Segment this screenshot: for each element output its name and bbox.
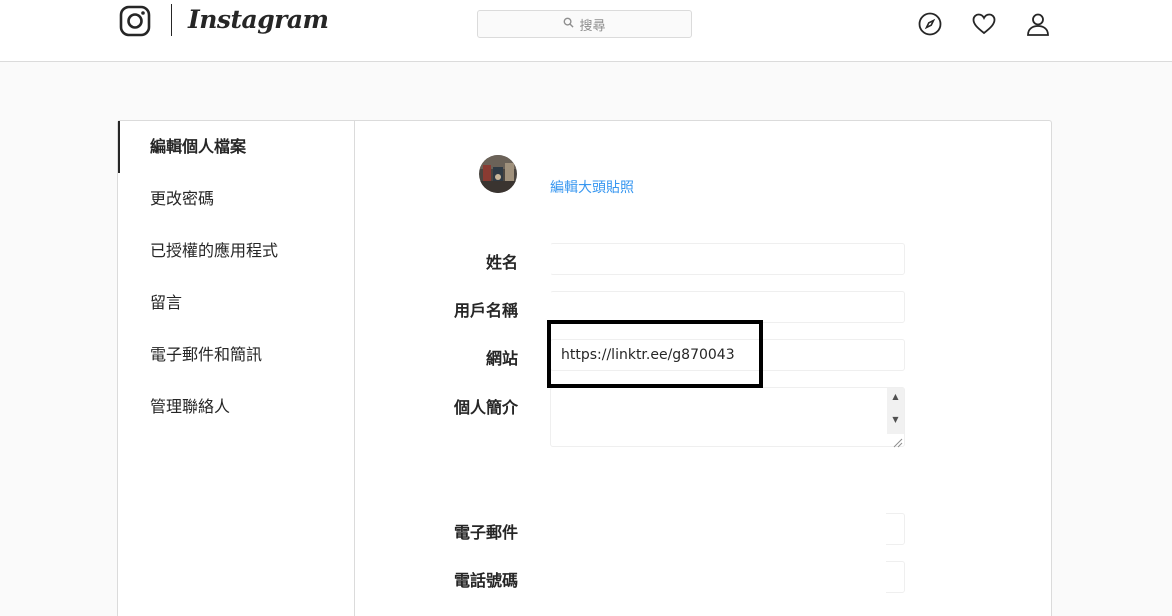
compass-icon[interactable] xyxy=(917,11,943,37)
sidebar-item-manage-contacts[interactable]: 管理聯絡人 xyxy=(118,381,354,433)
sidebar-item-label: 留言 xyxy=(150,293,183,312)
search-placeholder: 搜尋 xyxy=(579,18,606,34)
logo-divider xyxy=(171,4,172,36)
instagram-wordmark[interactable]: Instagram xyxy=(188,2,329,38)
sidebar-item-edit-profile[interactable]: 編輯個人檔案 xyxy=(118,121,354,173)
username-field[interactable] xyxy=(550,291,905,323)
edit-profile-form: 編輯大頭貼照 姓名 用戶名稱 網站 個人簡介 ▲ ▼ 電子郵件 xyxy=(355,121,1053,616)
bio-label: 個人簡介 xyxy=(453,398,518,417)
username-label: 用戶名稱 xyxy=(453,301,518,320)
profile-icon[interactable] xyxy=(1025,11,1051,37)
phone-label: 電話號碼 xyxy=(453,571,518,590)
sidebar-item-label: 編輯個人檔案 xyxy=(150,137,247,156)
phone-field[interactable] xyxy=(886,561,905,593)
sidebar-item-label: 更改密碼 xyxy=(150,189,215,208)
website-label: 網站 xyxy=(485,349,518,368)
settings-sidebar: 編輯個人檔案 更改密碼 已授權的應用程式 留言 電子郵件和簡訊 管理聯絡人 xyxy=(118,121,355,616)
avatar[interactable] xyxy=(479,155,517,193)
settings-card: 編輯個人檔案 更改密碼 已授權的應用程式 留言 電子郵件和簡訊 管理聯絡人 編輯… xyxy=(117,120,1052,616)
instagram-glyph-icon[interactable] xyxy=(119,5,151,37)
heart-icon[interactable] xyxy=(971,11,997,37)
email-label: 電子郵件 xyxy=(453,523,518,542)
website-field[interactable] xyxy=(550,339,905,371)
sidebar-item-label: 管理聯絡人 xyxy=(150,397,231,416)
sidebar-item-authorized-apps[interactable]: 已授權的應用程式 xyxy=(118,225,354,277)
resize-grip-icon[interactable] xyxy=(891,433,903,448)
sidebar-item-label: 電子郵件和簡訊 xyxy=(150,345,263,364)
top-navigation: Instagram 搜尋 xyxy=(0,0,1172,62)
email-field[interactable] xyxy=(886,513,905,545)
change-profile-photo-link[interactable]: 編輯大頭貼照 xyxy=(550,177,634,197)
scroll-down-icon[interactable]: ▼ xyxy=(887,411,904,428)
bio-scrollbar[interactable]: ▲ ▼ xyxy=(887,388,904,434)
search-icon xyxy=(563,17,575,32)
search-box[interactable]: 搜尋 xyxy=(477,10,692,38)
name-label: 姓名 xyxy=(485,253,518,272)
sidebar-item-label: 已授權的應用程式 xyxy=(150,241,279,260)
name-field[interactable] xyxy=(550,243,905,275)
sidebar-item-change-password[interactable]: 更改密碼 xyxy=(118,173,354,225)
bio-textarea-container: ▲ ▼ xyxy=(550,387,905,448)
bio-textarea[interactable] xyxy=(551,388,888,446)
sidebar-item-comments[interactable]: 留言 xyxy=(118,277,354,329)
sidebar-item-email-sms[interactable]: 電子郵件和簡訊 xyxy=(118,329,354,381)
scroll-up-icon[interactable]: ▲ xyxy=(887,388,904,405)
